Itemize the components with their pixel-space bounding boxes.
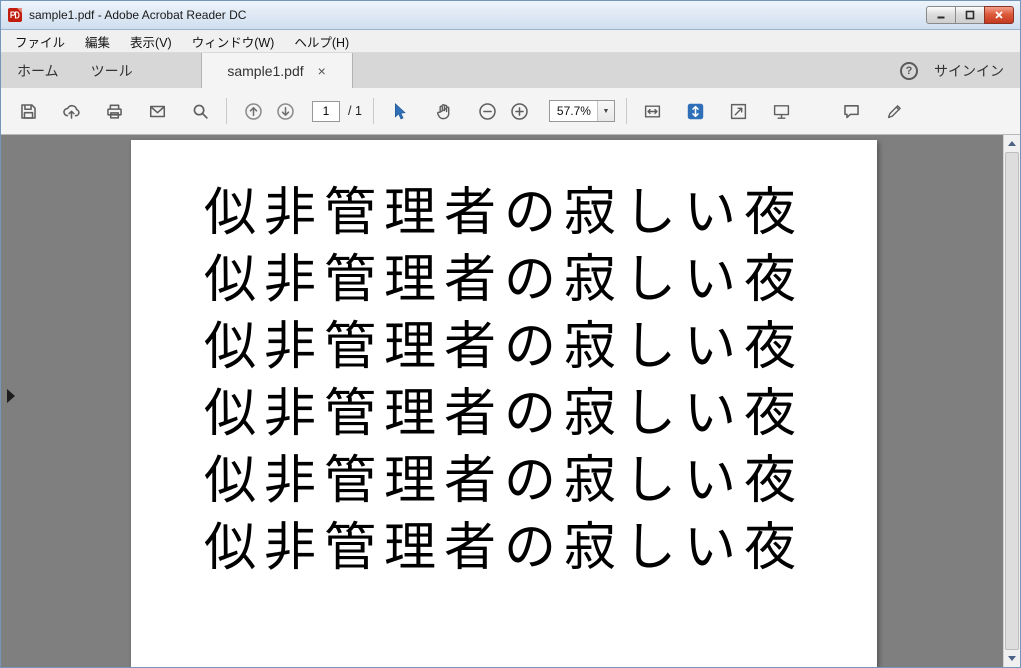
navigation-pane-toggle[interactable] <box>7 388 21 404</box>
titlebar: sample1.pdf - Adobe Acrobat Reader DC <box>1 1 1020 30</box>
minimize-icon <box>937 16 945 19</box>
pdf-text-line: 似非管理者の寂しい夜 <box>203 250 804 310</box>
toolbar-separator <box>372 98 374 124</box>
minimize-button[interactable] <box>926 6 956 24</box>
close-icon <box>995 11 1003 19</box>
tab-home[interactable]: ホーム <box>1 53 75 88</box>
menu-item-view[interactable]: 表示(V) <box>120 29 182 54</box>
triangle-down-icon <box>1008 656 1016 661</box>
menu-item-file[interactable]: ファイル <box>5 29 75 54</box>
window-title: sample1.pdf - Adobe Acrobat Reader DC <box>29 8 247 22</box>
zoom-in-icon <box>511 102 529 120</box>
select-cursor-icon <box>395 102 407 119</box>
menu-item-window[interactable]: ウィンドウ(W) <box>182 29 285 54</box>
next-page-button[interactable] <box>270 96 300 126</box>
previous-page-button[interactable] <box>238 96 268 126</box>
chevron-right-icon <box>7 389 15 403</box>
presentation-mode-button[interactable] <box>767 96 797 126</box>
pdf-text-line: 似非管理者の寂しい夜 <box>203 384 804 444</box>
page-scrolling-icon <box>688 103 704 119</box>
hand-icon <box>437 103 450 119</box>
highlight-pen-button[interactable] <box>880 96 910 126</box>
menu-item-edit[interactable]: 編集 <box>75 29 120 54</box>
tab-tools[interactable]: ツール <box>75 53 149 88</box>
fullscreen-button[interactable] <box>724 96 754 126</box>
print-icon <box>106 104 122 119</box>
page-number-input[interactable] <box>312 100 340 122</box>
print-button[interactable] <box>99 96 129 126</box>
toolbar-separator <box>226 98 227 124</box>
tab-document-label: sample1.pdf <box>227 62 304 79</box>
acrobat-window: sample1.pdf - Adobe Acrobat Reader DC ファ… <box>0 0 1021 668</box>
fullscreen-expand-icon <box>731 103 747 119</box>
signin-button[interactable]: サインイン <box>934 61 1004 81</box>
tab-tools-label: ツール <box>90 62 133 79</box>
zoom-out-icon <box>479 102 497 120</box>
scroll-down-button[interactable] <box>1004 650 1020 667</box>
zoom-in-button[interactable] <box>505 96 535 126</box>
select-tool-button[interactable] <box>385 96 415 126</box>
fit-width-icon <box>645 104 661 118</box>
menubar: ファイル 編集 表示(V) ウィンドウ(W) ヘルプ(H) <box>1 30 1020 53</box>
tab-document[interactable]: sample1.pdf × <box>200 53 353 88</box>
comment-bubble-icon <box>844 104 860 118</box>
toolbar: / 1 <box>1 88 1020 135</box>
pdf-text-line: 似非管理者の寂しい夜 <box>203 317 804 377</box>
fit-width-button[interactable] <box>638 96 668 126</box>
email-icon <box>149 105 165 117</box>
window-controls <box>926 6 1014 24</box>
tabbar: ホーム ツール sample1.pdf × ? サインイン <box>1 53 1020 88</box>
zoom-out-button[interactable] <box>473 96 503 126</box>
search-button[interactable] <box>185 96 215 126</box>
triangle-up-icon <box>1008 141 1016 146</box>
scrollbar-thumb[interactable] <box>1005 152 1019 650</box>
pdf-page-text: 似非管理者の寂しい夜 似非管理者の寂しい夜 似非管理者の寂しい夜 似非管理者の寂… <box>131 140 877 582</box>
share-cloud-button[interactable] <box>56 96 86 126</box>
save-icon <box>20 103 36 119</box>
tab-close-icon[interactable]: × <box>318 64 326 78</box>
tab-home-label: ホーム <box>17 62 59 79</box>
page-total-label: / 1 <box>348 104 362 118</box>
pdf-text-line: 似非管理者の寂しい夜 <box>203 518 804 578</box>
toolbar-separator <box>625 98 627 124</box>
pdf-file-icon <box>8 8 22 22</box>
document-area: 似非管理者の寂しい夜 似非管理者の寂しい夜 似非管理者の寂しい夜 似非管理者の寂… <box>1 135 1020 667</box>
close-button[interactable] <box>984 6 1014 24</box>
pen-icon <box>888 104 902 118</box>
zoom-level-dropdown[interactable]: 57.7% ▼ <box>548 100 615 122</box>
maximize-icon <box>965 10 975 20</box>
arrow-down-circle-icon <box>276 102 294 120</box>
menu-item-help[interactable]: ヘルプ(H) <box>284 29 359 54</box>
pdf-text-line: 似非管理者の寂しい夜 <box>203 183 804 243</box>
save-button[interactable] <box>13 96 43 126</box>
tabbar-right: ? サインイン <box>900 53 1020 88</box>
arrow-up-circle-icon <box>244 102 262 120</box>
maximize-button[interactable] <box>955 6 985 24</box>
hand-tool-button[interactable] <box>429 96 459 126</box>
pdf-text-line: 似非管理者の寂しい夜 <box>203 451 804 511</box>
page-scrolling-button[interactable] <box>681 96 711 126</box>
email-button[interactable] <box>142 96 172 126</box>
zoom-level-value: 57.7% <box>556 104 591 118</box>
help-icon[interactable]: ? <box>900 61 918 80</box>
pdf-page: 似非管理者の寂しい夜 似非管理者の寂しい夜 似非管理者の寂しい夜 似非管理者の寂… <box>131 140 877 667</box>
presentation-screen-icon <box>774 104 790 119</box>
search-icon <box>193 104 208 119</box>
scroll-up-button[interactable] <box>1004 135 1020 152</box>
comment-button[interactable] <box>837 96 867 126</box>
vertical-scrollbar[interactable] <box>1003 135 1020 667</box>
cloud-upload-icon <box>62 104 80 119</box>
chevron-down-icon: ▼ <box>596 101 614 121</box>
